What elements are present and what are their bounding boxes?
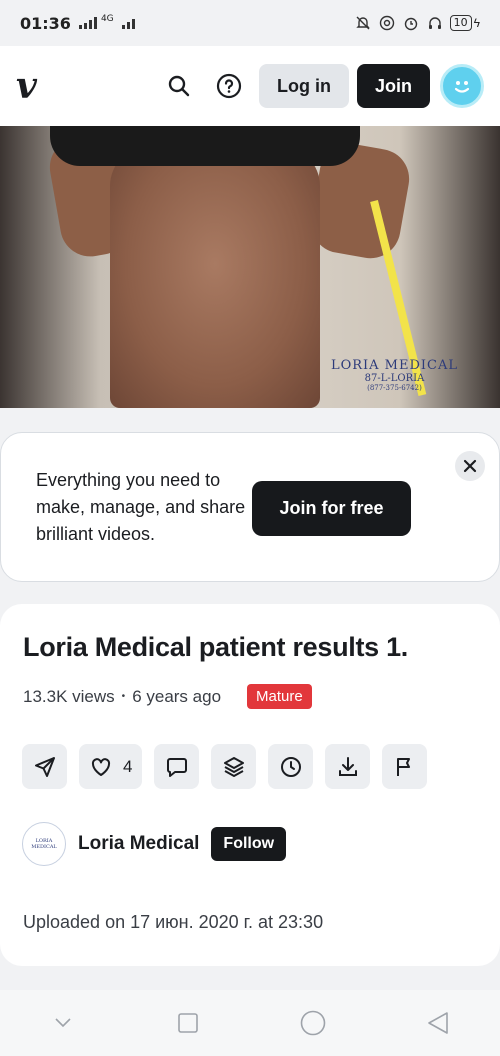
upload-date: Uploaded on 17 июн. 2020 г. at 23:30 — [23, 912, 324, 932]
comment-button[interactable] — [154, 744, 200, 789]
video-meta: 13.3K views • 6 years ago Mature — [23, 684, 312, 709]
mute-bell-icon — [354, 14, 372, 32]
video-subject — [110, 146, 320, 408]
android-nav-bar — [0, 990, 500, 1056]
search-button[interactable] — [159, 66, 199, 106]
download-button[interactable] — [325, 744, 371, 789]
nav-recents-button[interactable] — [168, 1003, 208, 1043]
meta-separator: • — [121, 691, 126, 702]
send-icon — [34, 756, 55, 777]
login-button[interactable]: Log in — [259, 64, 349, 108]
vimeo-logo[interactable]: v — [16, 68, 37, 104]
download-icon — [338, 756, 357, 776]
report-button[interactable] — [382, 744, 428, 789]
heart-icon — [91, 757, 111, 776]
charging-icon: ϟ — [473, 16, 480, 30]
help-button[interactable] — [209, 66, 249, 106]
status-bar: 01:36 4G 10 ϟ — [0, 0, 500, 46]
smiley-icon — [454, 81, 470, 93]
like-button[interactable]: 4 — [79, 744, 143, 789]
search-icon — [168, 75, 190, 97]
network-type: 4G — [100, 14, 114, 24]
comment-icon — [166, 757, 187, 777]
mature-badge: Mature — [247, 684, 312, 709]
top-nav: v Log in Join — [0, 46, 500, 126]
like-count: 4 — [123, 756, 133, 776]
help-icon — [216, 73, 242, 99]
upload-age: 6 years ago — [132, 686, 222, 706]
circle-icon — [300, 1010, 325, 1036]
chevron-down-icon — [54, 1018, 71, 1028]
clock-icon — [280, 756, 301, 777]
signal-icon-2 — [121, 17, 135, 29]
alarm-icon — [402, 14, 420, 32]
status-left: 01:36 4G — [20, 14, 135, 33]
video-title: Loria Medical patient results 1. — [23, 632, 409, 662]
close-promo-button[interactable] — [455, 451, 485, 481]
channel-avatar[interactable]: LORIA MEDICAL — [22, 822, 66, 866]
watch-later-button[interactable] — [268, 744, 314, 789]
triangle-back-icon — [427, 1012, 448, 1034]
join-for-free-button[interactable]: Join for free — [252, 481, 411, 536]
signal-icon — [78, 17, 97, 29]
status-right: 10 ϟ — [354, 14, 480, 32]
join-button[interactable]: Join — [356, 64, 430, 108]
nav-hide-button[interactable] — [43, 1003, 83, 1043]
flag-icon — [396, 757, 410, 776]
headphones-icon — [426, 14, 444, 32]
user-avatar[interactable] — [440, 64, 484, 108]
share-button[interactable] — [22, 744, 67, 789]
status-time: 01:36 — [20, 13, 71, 33]
video-player[interactable]: LORIA MEDICAL 87-L-LORIA (877-375-6742) — [0, 126, 500, 408]
promo-text: Everything you need to make, manage, and… — [36, 470, 246, 544]
view-count: 13.3K views — [23, 686, 115, 706]
video-watermark: LORIA MEDICAL 87-L-LORIA (877-375-6742) — [330, 358, 458, 392]
layers-icon — [223, 756, 244, 777]
close-icon — [463, 459, 477, 473]
battery-icon: 10 — [449, 15, 472, 31]
video-info-card: Loria Medical patient results 1. 13.3K v… — [0, 604, 500, 966]
at-icon — [378, 14, 396, 32]
channel-name[interactable]: Loria Medical — [78, 833, 199, 855]
collections-button[interactable] — [211, 744, 257, 789]
square-icon — [177, 1013, 198, 1033]
action-bar: 4 — [22, 744, 428, 789]
nav-back-button[interactable] — [418, 1003, 458, 1043]
follow-button[interactable]: Follow — [211, 827, 287, 861]
nav-home-button[interactable] — [293, 1003, 333, 1043]
channel-row: LORIA MEDICAL Loria Medical Follow — [22, 822, 287, 866]
join-promo-banner: Everything you need to make, manage, and… — [0, 432, 500, 582]
